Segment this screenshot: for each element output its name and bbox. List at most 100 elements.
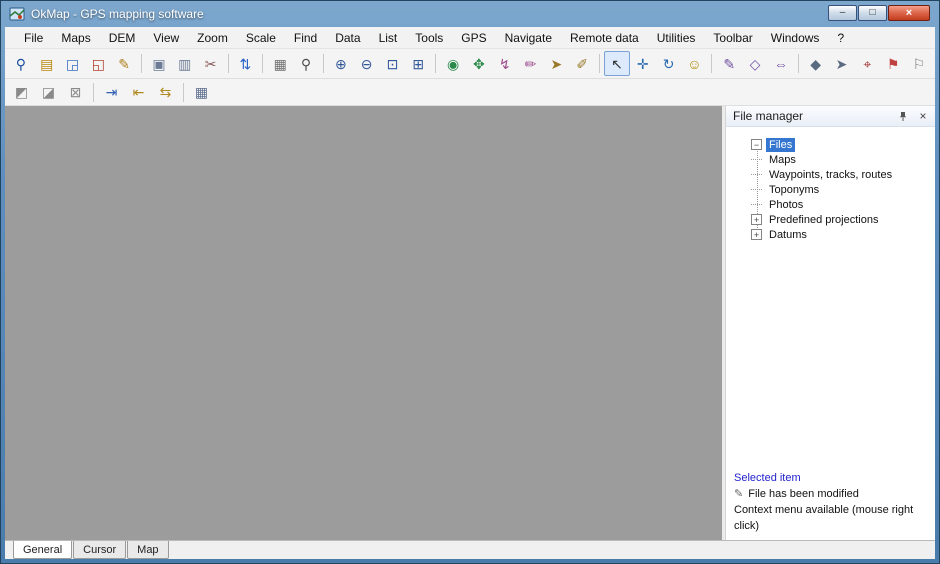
- pan-button[interactable]: ✛: [630, 51, 656, 76]
- app-icon[interactable]: [9, 6, 25, 22]
- toolbar-separator: [322, 54, 324, 73]
- copy-map-icon: ▣: [152, 55, 166, 72]
- eraser-all-icon: ⊠: [69, 84, 82, 100]
- tab-general[interactable]: General: [13, 541, 73, 559]
- maximize-button[interactable]: □: [858, 5, 887, 21]
- rotate-button[interactable]: ↻: [656, 51, 682, 76]
- menu-item-scale[interactable]: Scale: [237, 27, 285, 48]
- pin-add-icon: ⌖: [863, 55, 872, 72]
- data-properties-button[interactable]: ▦: [188, 80, 215, 105]
- tree-item-maps[interactable]: Maps: [766, 153, 799, 167]
- draw-line-button[interactable]: ✎: [716, 51, 742, 76]
- tree-connector: [751, 159, 762, 160]
- send-remote-button[interactable]: ⇅: [233, 51, 259, 76]
- pin-delete-button[interactable]: ⚐: [906, 51, 932, 76]
- tree-item-files[interactable]: Files: [766, 137, 796, 152]
- export-data-button[interactable]: ⇤: [125, 80, 152, 105]
- menu-item-maps[interactable]: Maps: [52, 27, 99, 48]
- title-bar[interactable]: OkMap - GPS mapping software – □ ×: [1, 1, 939, 26]
- crop-map-button[interactable]: ✂: [198, 51, 224, 76]
- tab-cursor[interactable]: Cursor: [73, 541, 127, 559]
- zoom-window-button[interactable]: ⊡: [380, 51, 406, 76]
- route-edit-button[interactable]: ✐: [569, 51, 595, 76]
- copy-map-button[interactable]: ▣: [146, 51, 172, 76]
- open-map-button[interactable]: ▤: [34, 51, 60, 76]
- panel-tools: ×: [896, 109, 930, 123]
- waypoint-new-icon: ◉: [446, 55, 460, 72]
- zoom-select-button[interactable]: ⚲: [8, 51, 34, 76]
- import-data-button[interactable]: ⇥: [98, 80, 125, 105]
- toolbar-separator: [227, 54, 229, 73]
- tree-item-predefined-projections[interactable]: Predefined projections: [766, 213, 881, 227]
- find-button[interactable]: ⚲: [293, 51, 319, 76]
- goto-button[interactable]: ➤: [829, 51, 855, 76]
- flag-button[interactable]: ⚑: [880, 51, 906, 76]
- menu-item-remote-data[interactable]: Remote data: [561, 27, 648, 48]
- menu-item-zoom[interactable]: Zoom: [188, 27, 237, 48]
- route-new-icon: ➤: [550, 55, 563, 72]
- waypoint-move-button[interactable]: ✥: [466, 51, 492, 76]
- map-canvas[interactable]: [5, 106, 722, 540]
- bottom-tab-bar: General Cursor Map: [5, 540, 935, 559]
- menu-item-data[interactable]: Data: [326, 27, 369, 48]
- menu-item-help[interactable]: ?: [828, 27, 853, 48]
- pan-icon: ✛: [636, 55, 649, 72]
- menu-item-navigate[interactable]: Navigate: [496, 27, 561, 48]
- import-map-button[interactable]: ◲: [60, 51, 86, 76]
- minimize-button[interactable]: –: [828, 5, 857, 21]
- zoom-in-button[interactable]: ⊕: [328, 51, 354, 76]
- pin-add-button[interactable]: ⌖: [854, 51, 880, 76]
- track-edit-button[interactable]: ✏: [518, 51, 544, 76]
- expand-icon[interactable]: +: [751, 214, 762, 225]
- panel-close-icon[interactable]: ×: [916, 109, 930, 123]
- collapse-icon[interactable]: −: [751, 139, 762, 150]
- tab-map[interactable]: Map: [127, 541, 169, 559]
- duplicate-map-button[interactable]: ▥: [172, 51, 198, 76]
- menu-item-utilities[interactable]: Utilities: [648, 27, 705, 48]
- route-new-button[interactable]: ➤: [543, 51, 569, 76]
- tree-connector: [751, 204, 762, 205]
- tree-item-toponyms[interactable]: Toponyms: [766, 183, 822, 197]
- client-area: File Maps DEM View Zoom Scale Find Data List Tool…: [5, 27, 935, 559]
- menu-item-list[interactable]: List: [370, 27, 407, 48]
- vertex-button[interactable]: ◆: [803, 51, 829, 76]
- zoom-out-button[interactable]: ⊖: [354, 51, 380, 76]
- menu-item-gps[interactable]: GPS: [452, 27, 495, 48]
- tree-item-datums[interactable]: Datums: [766, 228, 810, 242]
- pin-icon[interactable]: [896, 109, 910, 123]
- menu-item-dem[interactable]: DEM: [100, 27, 145, 48]
- draw-polygon-button[interactable]: ◇: [742, 51, 768, 76]
- map-properties-button[interactable]: ▦: [267, 51, 293, 76]
- measure-icon: ⇔: [773, 55, 788, 72]
- menu-item-windows[interactable]: Windows: [762, 27, 829, 48]
- eraser-region-button[interactable]: ◪: [35, 80, 62, 105]
- tree-item-waypoints-tracks-routes[interactable]: Waypoints, tracks, routes: [766, 168, 895, 182]
- export-data-icon: ⇤: [132, 84, 145, 100]
- menu-item-view[interactable]: View: [144, 27, 188, 48]
- panel-header: File manager ×: [726, 106, 935, 127]
- pencil-icon: ✎: [734, 488, 744, 500]
- menu-item-toolbar[interactable]: Toolbar: [704, 27, 761, 48]
- close-button[interactable]: ×: [888, 5, 930, 21]
- close-map-icon: ◱: [91, 55, 105, 72]
- window-title: OkMap - GPS mapping software: [31, 6, 204, 21]
- merge-data-button[interactable]: ⇆: [152, 80, 179, 105]
- open-map-icon: ▤: [40, 55, 54, 72]
- close-map-button[interactable]: ◱: [85, 51, 111, 76]
- eraser-all-button[interactable]: ⊠: [62, 80, 89, 105]
- save-map-button[interactable]: ✎: [111, 51, 137, 76]
- waypoint-new-button[interactable]: ◉: [440, 51, 466, 76]
- tree-row: Waypoints, tracks, routes: [726, 167, 935, 182]
- smiley-button[interactable]: ☺: [682, 51, 708, 76]
- measure-button[interactable]: ⇔: [768, 51, 794, 76]
- eraser-button[interactable]: ◩: [8, 80, 35, 105]
- menu-item-tools[interactable]: Tools: [406, 27, 452, 48]
- expand-icon[interactable]: +: [751, 229, 762, 240]
- pointer-button[interactable]: ↖: [604, 51, 630, 76]
- toolbar-separator: [93, 82, 94, 102]
- track-new-button[interactable]: ↯: [492, 51, 518, 76]
- zoom-actual-button[interactable]: ⊞: [405, 51, 431, 76]
- menu-item-file[interactable]: File: [15, 27, 52, 48]
- tree-item-photos[interactable]: Photos: [766, 198, 806, 212]
- menu-item-find[interactable]: Find: [285, 27, 326, 48]
